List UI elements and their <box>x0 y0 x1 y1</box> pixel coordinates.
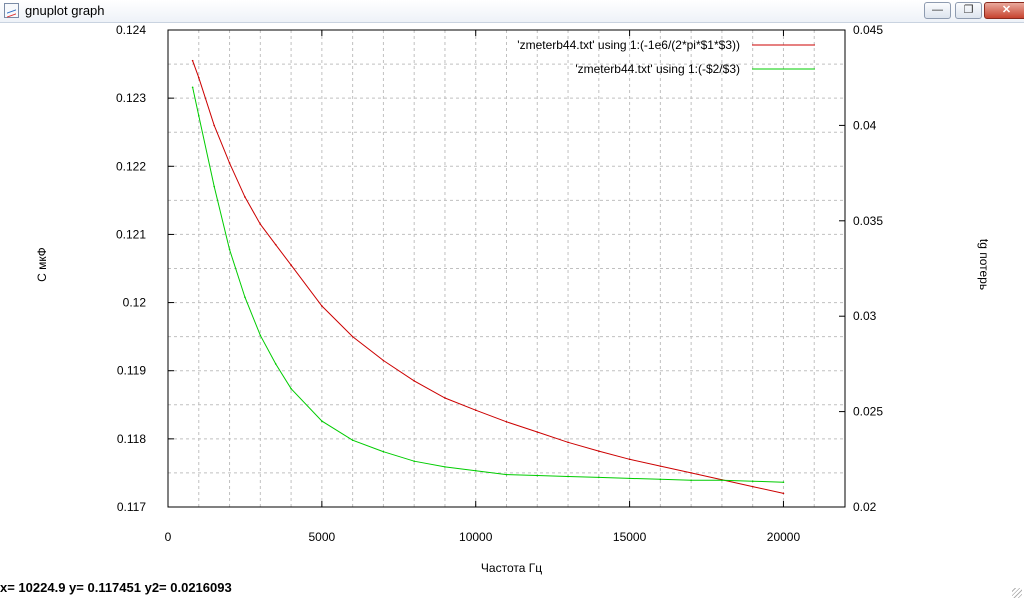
y2-tick-label: 0.04 <box>853 118 877 132</box>
series-2-point <box>244 296 246 298</box>
y-tick-label: 0.123 <box>116 91 146 105</box>
plot-canvas[interactable]: 0 5000 10000 15000 20000 0.117 0.118 0.119 0.12 0… <box>0 22 1024 578</box>
series-2-point <box>382 450 385 453</box>
series-1-point <box>274 243 277 246</box>
series-2-point <box>536 474 539 477</box>
y2-tick-label: 0.025 <box>853 405 883 419</box>
legend-label-2: 'zmeterb44.txt' using 1:(-$2/$3) <box>575 62 740 76</box>
series-1-point <box>628 458 631 461</box>
series-2-point <box>567 475 569 478</box>
series-2-point <box>191 86 194 89</box>
series-1-point <box>567 441 569 444</box>
series-2-point <box>444 466 446 468</box>
series-1-point <box>505 421 508 423</box>
x-tick-label: 20000 <box>767 530 801 544</box>
series-1-point <box>259 223 262 226</box>
series-2-point <box>321 420 323 422</box>
y2-tick-label: 0.03 <box>853 309 877 323</box>
series-1-point <box>382 359 385 362</box>
series-2-point <box>351 439 354 442</box>
series-1-point <box>413 380 415 382</box>
close-button[interactable]: ✕ <box>984 2 1024 19</box>
y-tick-label: 0.124 <box>116 23 146 37</box>
series-1-point <box>659 465 662 467</box>
series-2-point <box>598 476 600 479</box>
series-2-point <box>413 460 415 463</box>
series-1-point <box>444 397 446 399</box>
window-title: gnuplot graph <box>25 3 105 18</box>
series-1-point <box>197 76 200 79</box>
gnuplot-graph-icon[interactable] <box>4 3 19 18</box>
series-2-point <box>290 387 292 390</box>
series-2-point <box>782 481 785 483</box>
series-1-point <box>536 431 539 433</box>
series-1-point <box>213 124 215 127</box>
series-1-point <box>228 162 231 164</box>
series-1-point <box>474 409 477 412</box>
series-2-point <box>274 363 277 365</box>
series-2-point <box>721 479 723 482</box>
x-tick-label: 15000 <box>613 530 647 544</box>
y-tick-label: 0.118 <box>117 432 146 446</box>
series-2-point <box>751 480 754 483</box>
series-2-point <box>228 248 231 251</box>
y2-tick-label: 0.02 <box>853 500 877 514</box>
series-1-point <box>782 492 785 495</box>
y-axis-title: C мкФ <box>35 247 49 282</box>
series-1-point <box>321 305 323 307</box>
series-1-point <box>290 264 292 266</box>
y-tick-label: 0.119 <box>117 364 146 378</box>
x-tick-label: 10000 <box>459 530 493 544</box>
series-1-point <box>191 59 194 62</box>
series-1-point <box>351 335 354 338</box>
y-tick-label: 0.122 <box>116 159 146 173</box>
series-1-point <box>751 485 754 488</box>
series-2-point <box>659 478 662 481</box>
series-2-point <box>474 469 477 472</box>
series-2-point <box>197 115 200 117</box>
series-2-point <box>505 473 508 476</box>
series-1-point <box>598 450 600 452</box>
series-line-2 <box>192 87 784 483</box>
series-line-1 <box>192 60 784 494</box>
y2-tick-label: 0.035 <box>853 214 883 228</box>
series-1-point <box>244 196 246 198</box>
x-axis-title: Частота Гц <box>481 561 542 575</box>
maximize-button[interactable]: ❐ <box>955 2 982 19</box>
series-2-point <box>690 479 692 482</box>
x-tick-label: 0 <box>165 530 172 544</box>
cursor-coordinates-readout: x= 10224.9 y= 0.117451 y2= 0.0216093 <box>0 580 232 595</box>
y2-tick-label: 0.045 <box>853 23 883 37</box>
resize-grip[interactable] <box>1012 588 1022 598</box>
y-tick-label: 0.117 <box>117 500 146 514</box>
series-2-point <box>259 334 262 337</box>
y-tick-label: 0.12 <box>123 296 147 310</box>
x-tick-label: 5000 <box>309 530 336 544</box>
y-tick-label: 0.121 <box>116 227 146 241</box>
legend-label-1: 'zmeterb44.txt' using 1:(-1e6/(2*pi*$1*$… <box>517 38 740 52</box>
window-titlebar: gnuplot graph — ❐ ✕ <box>0 0 1024 23</box>
y2-axis-title: tg потерь <box>977 239 991 290</box>
series-1-point <box>690 472 692 474</box>
minimize-button[interactable]: — <box>924 2 951 19</box>
series-2-point <box>628 477 631 480</box>
series-2-point <box>213 185 215 188</box>
